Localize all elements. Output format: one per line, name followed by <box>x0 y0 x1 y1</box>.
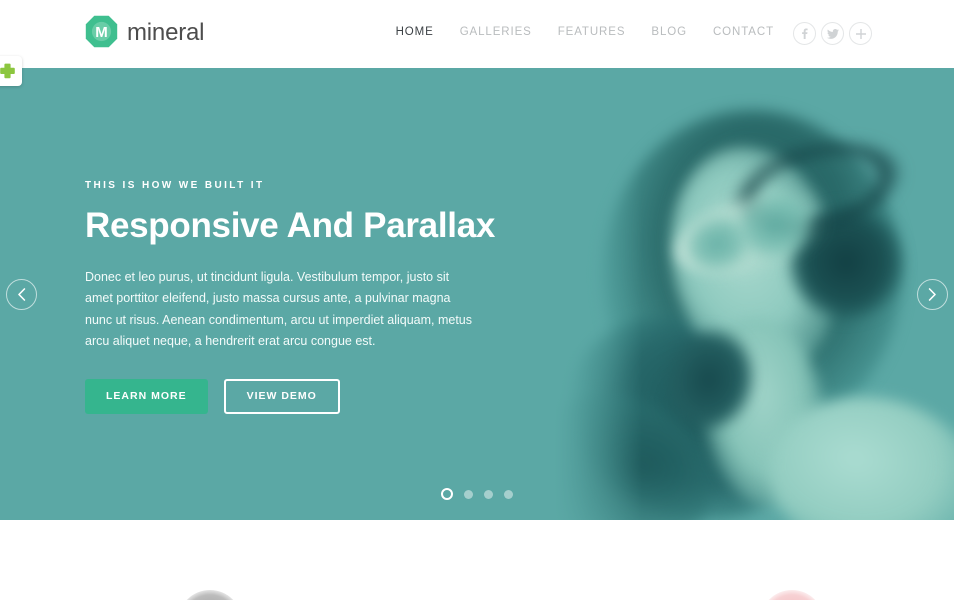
woman-with-headphones-photo <box>554 68 954 520</box>
slider-dot-2[interactable] <box>464 489 473 499</box>
page-root: M mineral HOME GALLERIES FEATURES BLOG C… <box>0 0 954 600</box>
feature-icon-peek-right <box>760 590 824 600</box>
facebook-icon[interactable] <box>793 22 816 45</box>
hero-eyebrow: THIS IS HOW WE BUILT IT <box>85 180 265 191</box>
hero-content: THIS IS HOW WE BUILT IT Responsive And P… <box>85 180 505 414</box>
site-header: M mineral HOME GALLERIES FEATURES BLOG C… <box>0 0 954 68</box>
svg-text:M: M <box>95 24 108 41</box>
view-demo-button[interactable]: VIEW DEMO <box>223 378 340 414</box>
slider-dot-3[interactable] <box>484 489 493 499</box>
learn-more-button[interactable]: LEARN MORE <box>85 378 208 414</box>
brand-name: mineral <box>127 18 205 46</box>
slider-dot-1[interactable] <box>441 488 453 500</box>
main-navigation: HOME GALLERIES FEATURES BLOG CONTACT <box>396 26 774 38</box>
brand-logo[interactable]: M mineral <box>84 14 204 49</box>
plus-icon[interactable] <box>849 22 872 45</box>
hero-actions: LEARN MORE VIEW DEMO <box>85 378 505 414</box>
social-links <box>793 22 872 45</box>
nav-item-blog[interactable]: BLOG <box>651 26 687 38</box>
nav-item-contact[interactable]: CONTACT <box>713 26 774 38</box>
nav-item-galleries[interactable]: GALLERIES <box>460 26 532 38</box>
twitter-icon[interactable] <box>821 22 844 45</box>
chevron-left-icon[interactable] <box>6 279 37 310</box>
feature-icon-peek-left <box>178 590 242 600</box>
hero-title: Responsive And Parallax <box>85 206 496 245</box>
octagon-logo-icon: M <box>84 14 119 49</box>
features-section <box>0 520 954 600</box>
hero-slider: THIS IS HOW WE BUILT IT Responsive And P… <box>0 68 954 520</box>
slider-dot-4[interactable] <box>504 489 513 499</box>
slider-pagination <box>0 488 954 500</box>
green-plus-icon[interactable] <box>0 56 22 86</box>
chevron-right-icon[interactable] <box>917 279 948 310</box>
nav-item-home[interactable]: HOME <box>396 26 434 38</box>
hero-paragraph: Donec et leo purus, ut tincidunt ligula.… <box>85 269 473 349</box>
nav-item-features[interactable]: FEATURES <box>558 26 626 38</box>
